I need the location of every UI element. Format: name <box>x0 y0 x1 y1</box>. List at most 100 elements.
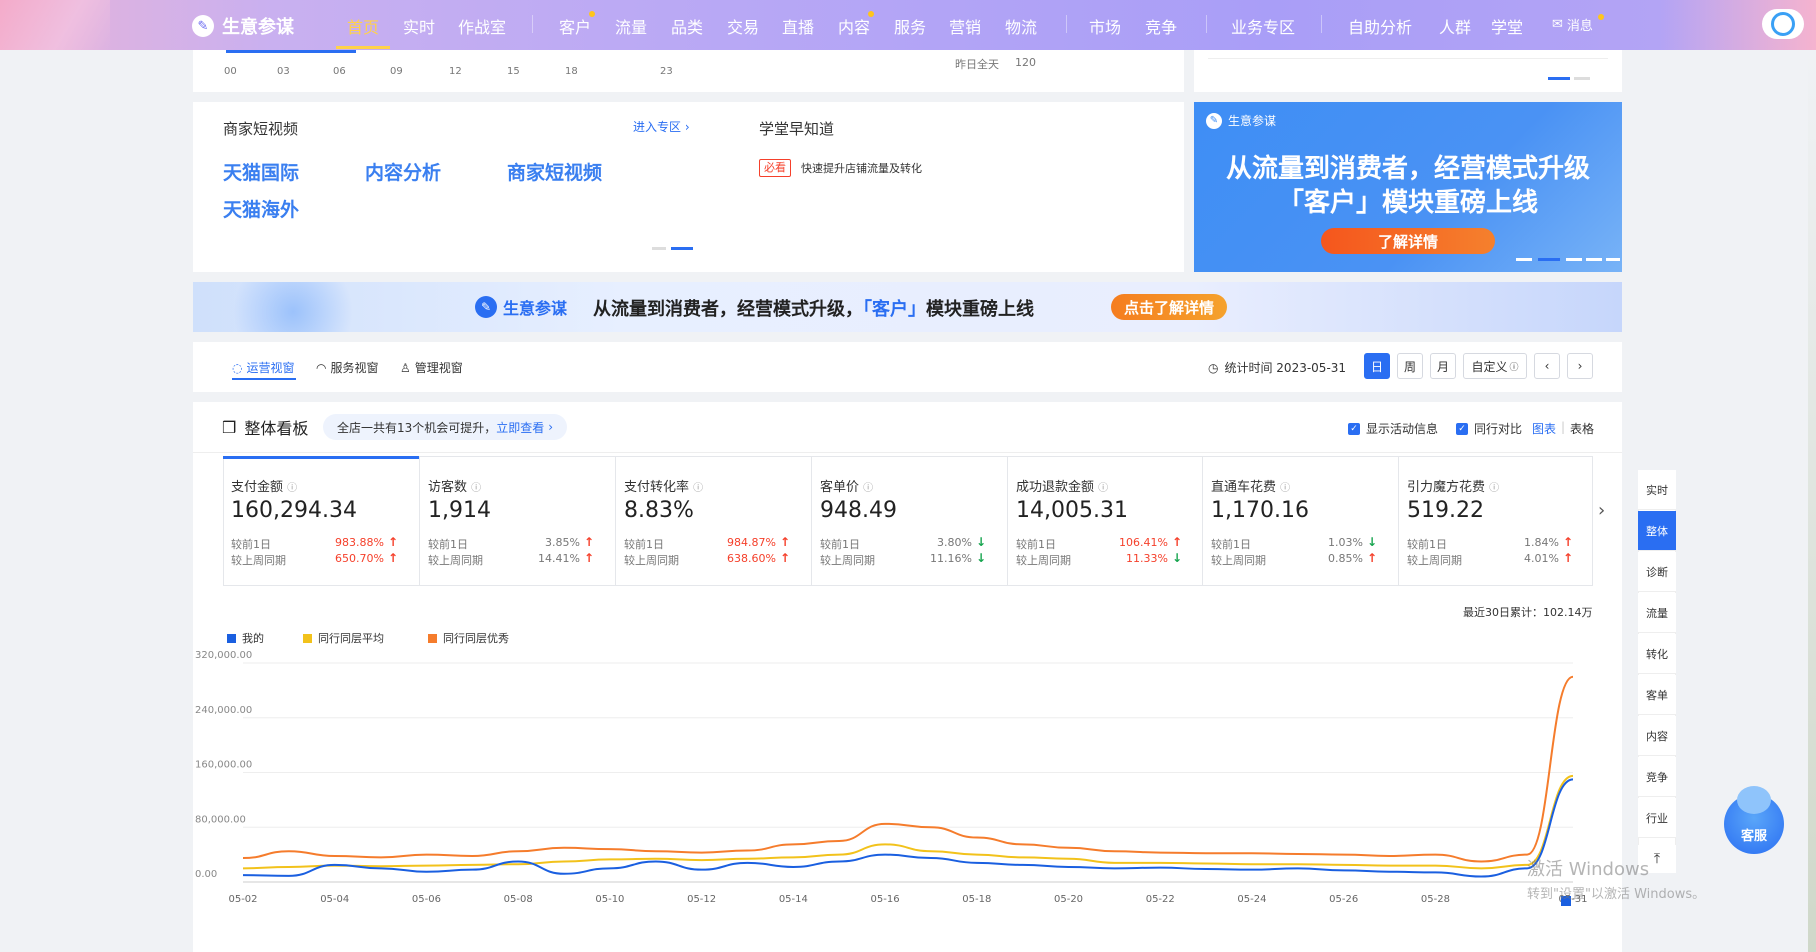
period-custom-button[interactable]: 自定义 ⓘ <box>1463 353 1527 379</box>
x-tick-label: 05-12 <box>687 894 716 905</box>
nav-live[interactable]: 直播 <box>782 14 814 38</box>
metric-tile[interactable]: 访客数 ⓘ 1,914 较前1日 3.85% ↑ 较上周同期 14.41% ↑ <box>419 456 614 586</box>
legend-swatch <box>303 633 312 643</box>
nav-category[interactable]: 品类 <box>671 14 703 38</box>
legend-peer-avg[interactable]: 同行同层平均 <box>303 630 384 646</box>
period-month-button[interactable]: 月 <box>1430 353 1456 379</box>
legend-peer-top[interactable]: 同行同层优秀 <box>428 630 509 646</box>
carousel-dot[interactable] <box>1586 258 1602 261</box>
metric-label-text: 访客数 <box>428 480 468 495</box>
nav-school[interactable]: 学堂 <box>1491 14 1523 38</box>
carousel-dot[interactable] <box>1516 258 1532 261</box>
metric-compare-label: 较上周同期 <box>820 554 875 567</box>
metric-tile[interactable]: 引力魔方花费 ⓘ 519.22 较前1日 1.84% ↑ 较上周同期 4.01% ↑ <box>1398 456 1593 586</box>
opportunity-link[interactable]: 立即查看 <box>496 419 544 436</box>
side-card-bottom <box>1194 50 1622 92</box>
nav-crowd[interactable]: 人群 <box>1439 14 1471 38</box>
tab-operations-view[interactable]: ◌ 运营视窗 <box>232 359 295 376</box>
hour-tick: 03 <box>277 66 290 77</box>
message-button[interactable]: ✉ 消息 <box>1552 15 1593 34</box>
custom-label: 自定义 <box>1471 359 1508 374</box>
tile-tmall-global[interactable]: 天猫国际 <box>223 158 299 185</box>
learn-more-button[interactable]: 了解详情 <box>1321 228 1495 254</box>
carousel-dot[interactable] <box>1574 77 1590 80</box>
carousel-dot-active[interactable] <box>671 247 693 250</box>
nav-marketing[interactable]: 营销 <box>949 14 981 38</box>
legend-swatch <box>227 633 236 643</box>
peer-compare-checkbox[interactable]: ✓ 同行对比 <box>1456 420 1522 437</box>
promo-card[interactable]: ✎ 生意参谋 从流量到消费者，经营模式升级 「客户」模块重磅上线 了解详情 <box>1194 102 1622 272</box>
hour-tick: 09 <box>390 66 403 77</box>
nav-competition[interactable]: 竞争 <box>1145 14 1177 38</box>
carousel-dot[interactable] <box>652 247 666 250</box>
period-day-button[interactable]: 日 <box>1364 353 1390 379</box>
side-nav-item[interactable]: 行业 <box>1638 798 1676 838</box>
avatar[interactable] <box>1762 9 1804 39</box>
side-nav-item[interactable]: 整体 <box>1638 511 1676 551</box>
side-nav-item[interactable]: 诊断 <box>1638 552 1676 592</box>
chart-view-toggle[interactable]: 图表 <box>1532 420 1556 437</box>
legend-label: 同行同层优秀 <box>443 632 509 645</box>
carousel-dot-active[interactable] <box>1548 77 1570 80</box>
metric-compare-label: 较前1日 <box>820 538 860 551</box>
nav-content[interactable]: 内容 <box>838 14 870 38</box>
next-date-button[interactable]: › <box>1567 353 1593 379</box>
nav-customer[interactable]: 客户 <box>559 14 591 38</box>
metric-tile[interactable]: 客单价 ⓘ 948.49 较前1日 3.80% ↓ 较上周同期 11.16% ↓ <box>811 456 1006 586</box>
nav-trade[interactable]: 交易 <box>727 14 759 38</box>
hour-tick: 18 <box>565 66 578 77</box>
school-item-link[interactable]: 快速提升店铺流量及转化 <box>801 160 922 176</box>
tile-merchant-video[interactable]: 商家短视频 <box>507 158 602 185</box>
nav-war-room[interactable]: 作战室 <box>458 14 506 38</box>
x-tick-label: 05-24 <box>1237 894 1266 905</box>
x-tick-label: 05-06 <box>412 894 441 905</box>
metric-tile[interactable]: 支付转化率 ⓘ 8.83% 较前1日 984.87% ↑ 较上周同期 638.60% ↑ <box>615 456 810 586</box>
metric-tile[interactable]: 直通车花费 ⓘ 1,170.16 较前1日 1.03% ↓ 较上周同期 0.85% ↑ <box>1202 456 1397 586</box>
legend-mine[interactable]: 我的 <box>227 630 264 646</box>
nav-service[interactable]: 服务 <box>894 14 926 38</box>
carousel-dot-active[interactable] <box>1538 258 1560 261</box>
nav-market[interactable]: 市场 <box>1089 14 1121 38</box>
banner-text: 从流量到消费者，经营模式升级，「客户」模块重磅上线 <box>593 295 1034 321</box>
side-nav-item[interactable]: 实时 <box>1638 470 1676 510</box>
side-nav-item[interactable]: 客单 <box>1638 675 1676 715</box>
board-title: ❒ 整体看板 <box>222 415 308 439</box>
banner-cta-button[interactable]: 点击了解详情 <box>1111 294 1227 320</box>
period-week-button[interactable]: 周 <box>1397 353 1423 379</box>
trend-chart[interactable]: 0.00 80,000.00 160,000.00 240,000.00 320,000… <box>193 650 1623 920</box>
logo[interactable]: ✎ 生意参谋 <box>192 13 294 39</box>
metrics-next-arrow[interactable]: › <box>1598 500 1605 521</box>
nav-self-analysis[interactable]: 自助分析 <box>1348 14 1412 38</box>
side-nav-item[interactable]: 内容 <box>1638 716 1676 756</box>
carousel-dot[interactable] <box>1606 258 1620 261</box>
side-nav-item[interactable]: 转化 <box>1638 634 1676 674</box>
metric-label-text: 引力魔方花费 <box>1407 480 1486 495</box>
prev-date-button[interactable]: ‹ <box>1534 353 1560 379</box>
show-activity-checkbox[interactable]: ✓ 显示活动信息 <box>1348 420 1438 437</box>
mail-icon: ✉ <box>1552 17 1563 32</box>
help-icon: ⓘ <box>1509 362 1519 373</box>
tab-management-view[interactable]: ♙ 管理视窗 <box>400 359 463 376</box>
show-activity-label: 显示活动信息 <box>1366 422 1439 436</box>
enter-zone-link[interactable]: 进入专区 › <box>633 118 690 135</box>
logo-icon: ✎ <box>1206 112 1222 129</box>
x-tick-label: 05-20 <box>1054 894 1083 905</box>
metric-tile[interactable]: 支付金额 ⓘ 160,294.34 较前1日 983.88% ↑ 较上周同期 650.70%… <box>223 456 418 586</box>
metric-value: 948.49 <box>820 498 897 523</box>
opportunity-pill[interactable]: 全店一共有13个机会可提升， 立即查看 › <box>323 414 568 440</box>
metric-tile[interactable]: 成功退款金额 ⓘ 14,005.31 较前1日 106.41% ↑ 较上周同期 11.33%… <box>1007 456 1202 586</box>
announcement-banner[interactable]: ✎ 生意参谋 从流量到消费者，经营模式升级，「客户」模块重磅上线 点击了解详情 <box>193 282 1622 332</box>
table-view-toggle[interactable]: 表格 <box>1570 420 1594 437</box>
nav-home[interactable]: 首页 <box>347 14 379 38</box>
side-nav-item[interactable]: 流量 <box>1638 593 1676 633</box>
nav-realtime[interactable]: 实时 <box>403 14 435 38</box>
nav-logistics[interactable]: 物流 <box>1005 14 1037 38</box>
arrow-down-icon: ↓ <box>1366 535 1377 549</box>
nav-business-zone[interactable]: 业务专区 <box>1231 14 1295 38</box>
carousel-dot[interactable] <box>1566 258 1582 261</box>
tab-service-view[interactable]: ◠ 服务视窗 <box>316 359 379 376</box>
nav-traffic[interactable]: 流量 <box>615 14 647 38</box>
tile-content-analysis[interactable]: 内容分析 <box>365 158 441 185</box>
side-nav-item[interactable]: 竞争 <box>1638 757 1676 797</box>
tile-tmall-overseas[interactable]: 天猫海外 <box>223 195 299 222</box>
